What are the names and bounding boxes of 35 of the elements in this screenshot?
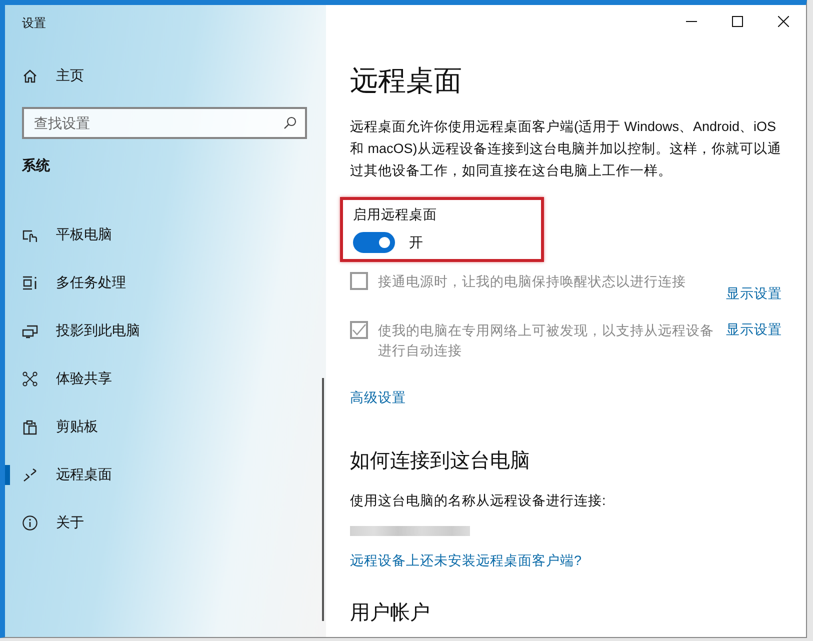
nav-item[interactable]: 剪贴板: [5, 403, 326, 451]
section-heading: 系统: [22, 157, 51, 175]
selection-indicator: [5, 465, 10, 485]
remote-desktop-icon: [22, 467, 38, 483]
home-item[interactable]: 主页: [5, 52, 326, 100]
window-title: 设置: [22, 15, 47, 32]
scrollbar[interactable]: [322, 378, 324, 621]
clipboard-icon: [22, 419, 38, 435]
projector-icon: [22, 323, 38, 339]
section-heading: 如何连接到这台电脑: [350, 449, 531, 474]
nav-item[interactable]: 平板电脑: [5, 211, 326, 259]
nav-item[interactable]: 关于: [5, 499, 326, 547]
search-icon: [283, 116, 297, 130]
toggle-switch[interactable]: [353, 232, 395, 253]
instruction-text: 使用这台电脑的名称从远程设备进行连接:: [350, 492, 607, 510]
share-icon: [22, 371, 38, 387]
toggle-state: 开: [409, 234, 423, 252]
home-icon: [22, 68, 38, 84]
info-icon: [22, 515, 38, 531]
advanced-settings-link[interactable]: 高级设置: [350, 389, 406, 407]
nav-item[interactable]: 投影到此电脑: [5, 307, 326, 355]
toggle-label: 启用远程桌面: [353, 206, 438, 224]
nav-item[interactable]: 体验共享: [5, 355, 326, 403]
checkbox-label: 接通电源时，让我的电脑保持唤醒状态以进行连接: [378, 273, 687, 291]
search-field[interactable]: 查找设置: [22, 107, 307, 139]
multitask-icon: [22, 275, 38, 291]
close-icon: [778, 16, 788, 26]
description: 远程桌面允许你使用远程桌面客户端(适用于 Windows、Android、iOS 和 macOS)从远程设备连接到这台电脑并加以控制。这样，你就可以通过其他设备工作，如同直接在这台电脑上工作一样。: [350, 118, 782, 180]
client-help-link[interactable]: 远程设备上还未安装远程桌面客户端?: [350, 552, 582, 570]
nav-item[interactable]: 多任务处理: [5, 259, 326, 307]
nav-item[interactable]: 远程桌面: [5, 451, 326, 499]
checkbox-label: 使我的电脑在专用网络上可被发现，以支持从远程设备进行自动连接: [378, 322, 715, 360]
maximize-icon: [732, 16, 742, 26]
section-heading: 用户帐户: [350, 602, 431, 624]
page-title: 远程桌面: [350, 64, 463, 98]
